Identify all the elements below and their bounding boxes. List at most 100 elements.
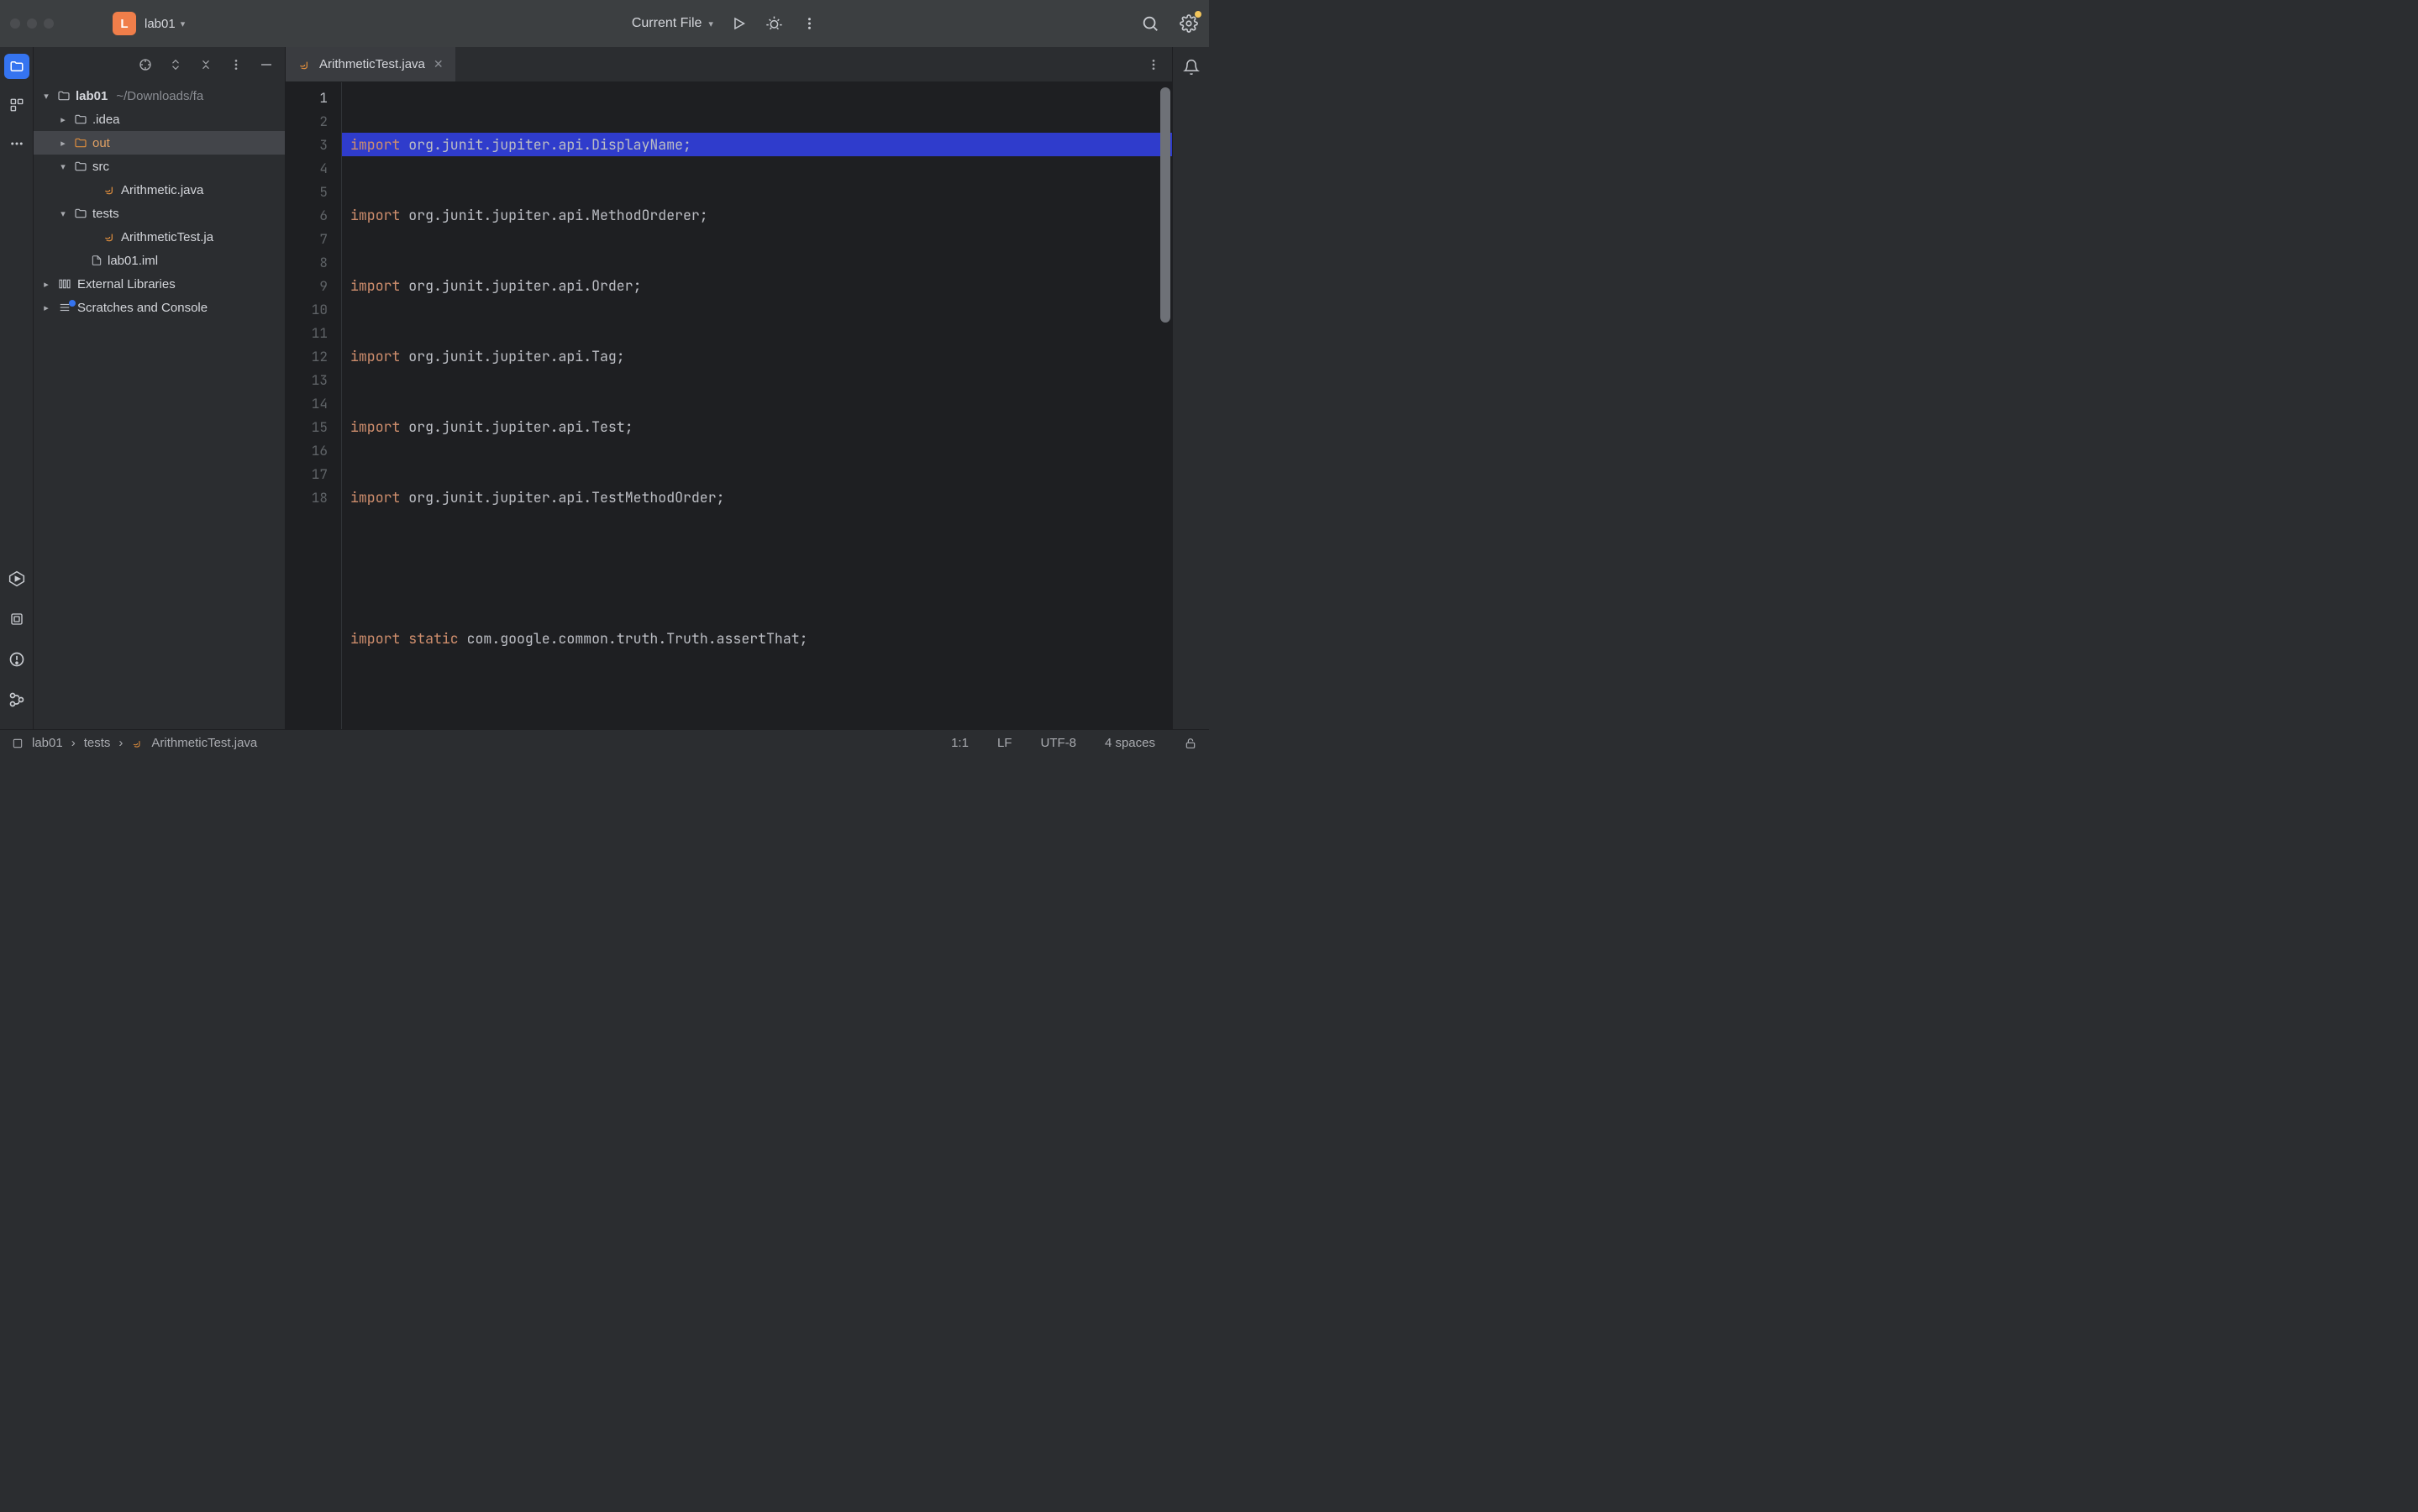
settings-button[interactable] <box>1179 13 1199 34</box>
tree-node-iml[interactable]: ▸ lab01.iml <box>34 249 285 272</box>
tree-node-arithmetic-test-java[interactable]: ▸ ArithmeticTest.ja <box>34 225 285 249</box>
project-switcher[interactable]: lab01 ▾ <box>145 17 185 31</box>
gutter: 1 2 3 4 5 6 7 8 9 10 11 12 13 14 15 16 1… <box>286 82 341 729</box>
code-area[interactable]: import org.junit.jupiter.api.DisplayName… <box>341 82 1172 729</box>
file-encoding[interactable]: UTF-8 <box>1040 736 1076 750</box>
more-actions-button[interactable] <box>799 13 819 34</box>
code-line: import org.junit.jupiter.api.DisplayName… <box>342 133 1172 156</box>
tree-label: ArithmeticTest.ja <box>121 230 213 244</box>
breadcrumb[interactable]: lab01 › tests › ArithmeticTest.java <box>12 736 257 750</box>
search-everywhere-button[interactable] <box>1140 13 1160 34</box>
editor: ArithmeticTest.java ✕ 1 2 3 4 5 6 7 8 9 … <box>286 47 1172 729</box>
tree-node-out[interactable]: ▸ out <box>34 131 285 155</box>
tree-label: src <box>92 160 109 174</box>
code-line: import static com.google.common.truth.Tr… <box>342 627 1172 650</box>
project-tree[interactable]: ▾ lab01 ~/Downloads/fa ▸ .idea ▸ out <box>34 82 285 321</box>
statusbar: lab01 › tests › ArithmeticTest.java 1:1 … <box>0 729 1209 756</box>
library-icon <box>57 277 72 291</box>
bookmarks-toolwindow-button[interactable] <box>4 606 29 632</box>
panel-options-button[interactable] <box>226 55 246 75</box>
notifications-button[interactable] <box>1181 57 1201 77</box>
editor-tab[interactable]: ArithmeticTest.java ✕ <box>286 47 455 81</box>
tree-label: Scratches and Console <box>77 301 208 315</box>
project-toolwindow-button[interactable] <box>4 54 29 79</box>
scrollbar-thumb[interactable] <box>1160 87 1170 323</box>
main-area: ▾ lab01 ~/Downloads/fa ▸ .idea ▸ out <box>0 47 1209 729</box>
editor-body[interactable]: 1 2 3 4 5 6 7 8 9 10 11 12 13 14 15 16 1… <box>286 82 1172 729</box>
structure-toolwindow-button[interactable] <box>4 92 29 118</box>
notification-dot-icon <box>1195 11 1201 18</box>
project-badge: L <box>113 12 136 35</box>
vcs-toolwindow-button[interactable] <box>4 687 29 712</box>
tree-node-external-libraries[interactable]: ▸ External Libraries <box>34 272 285 296</box>
line-number: 12 <box>286 344 341 368</box>
folder-icon <box>74 113 87 126</box>
caret-position[interactable]: 1:1 <box>951 736 969 750</box>
code-line <box>342 697 1172 721</box>
java-class-icon <box>297 58 311 71</box>
tree-node-idea[interactable]: ▸ .idea <box>34 108 285 131</box>
folder-icon <box>74 160 87 173</box>
file-icon <box>91 254 103 267</box>
left-tool-rail <box>0 47 34 729</box>
code-line: import org.junit.jupiter.api.Test; <box>342 415 1172 438</box>
badge-dot-icon <box>69 300 76 307</box>
java-class-icon <box>131 738 143 749</box>
more-toolwindows-button[interactable] <box>4 131 29 156</box>
tree-node-src[interactable]: ▾ src <box>34 155 285 178</box>
tree-label: Arithmetic.java <box>121 183 203 197</box>
line-separator[interactable]: LF <box>997 736 1012 750</box>
zoom-window-icon[interactable] <box>44 18 54 29</box>
tree-label: tests <box>92 207 119 221</box>
minimize-window-icon[interactable] <box>27 18 37 29</box>
chevron-right-icon: ▸ <box>57 138 69 149</box>
tree-label: lab01.iml <box>108 254 158 268</box>
crumb[interactable]: tests <box>84 736 111 750</box>
close-tab-button[interactable]: ✕ <box>434 57 444 71</box>
tree-node-root[interactable]: ▾ lab01 ~/Downloads/fa <box>34 84 285 108</box>
line-number: 5 <box>286 180 341 203</box>
hide-panel-button[interactable] <box>256 55 276 75</box>
run-configuration-selector[interactable]: Current File ▾ <box>632 16 713 31</box>
tree-node-arithmetic-java[interactable]: ▸ Arithmetic.java <box>34 178 285 202</box>
line-number: 18 <box>286 486 341 509</box>
chevron-down-icon: ▾ <box>57 208 69 219</box>
code-line: import org.junit.jupiter.api.Tag; <box>342 344 1172 368</box>
line-number: 17 <box>286 462 341 486</box>
chevron-down-icon: ▾ <box>40 91 52 102</box>
problems-toolwindow-button[interactable] <box>4 647 29 672</box>
code-line: import org.junit.jupiter.api.Order; <box>342 274 1172 297</box>
collapse-all-button[interactable] <box>196 55 216 75</box>
services-toolwindow-button[interactable] <box>4 566 29 591</box>
debug-button[interactable] <box>764 13 784 34</box>
indent-settings[interactable]: 4 spaces <box>1105 736 1155 750</box>
folder-icon <box>74 136 87 150</box>
editor-tabbar: ArithmeticTest.java ✕ <box>286 47 1172 82</box>
tree-label: .idea <box>92 113 120 127</box>
editor-options-button[interactable] <box>1143 55 1164 75</box>
chevron-right-icon: ▸ <box>57 114 69 125</box>
tree-node-tests[interactable]: ▾ tests <box>34 202 285 225</box>
close-window-icon[interactable] <box>10 18 20 29</box>
java-class-icon <box>103 183 116 197</box>
tree-label: lab01 <box>76 89 108 103</box>
expand-collapse-button[interactable] <box>166 55 186 75</box>
run-button[interactable] <box>728 13 749 34</box>
select-opened-file-button[interactable] <box>135 55 155 75</box>
project-panel-header <box>34 47 285 82</box>
tree-node-scratches[interactable]: ▸ Scratches and Console <box>34 296 285 319</box>
chevron-down-icon: ▾ <box>181 18 186 29</box>
readonly-toggle[interactable] <box>1184 737 1197 750</box>
line-number: 15 <box>286 415 341 438</box>
crumb[interactable]: ArithmeticTest.java <box>151 736 257 750</box>
code-line <box>342 556 1172 580</box>
right-tool-rail <box>1172 47 1209 729</box>
line-number: 10 <box>286 297 341 321</box>
line-number: 4 <box>286 156 341 180</box>
line-number: 6 <box>286 203 341 227</box>
folder-icon <box>74 207 87 220</box>
run-config-label: Current File <box>632 16 702 31</box>
chevron-down-icon: ▾ <box>708 18 713 29</box>
crumb[interactable]: lab01 <box>32 736 63 750</box>
module-icon <box>57 89 71 102</box>
